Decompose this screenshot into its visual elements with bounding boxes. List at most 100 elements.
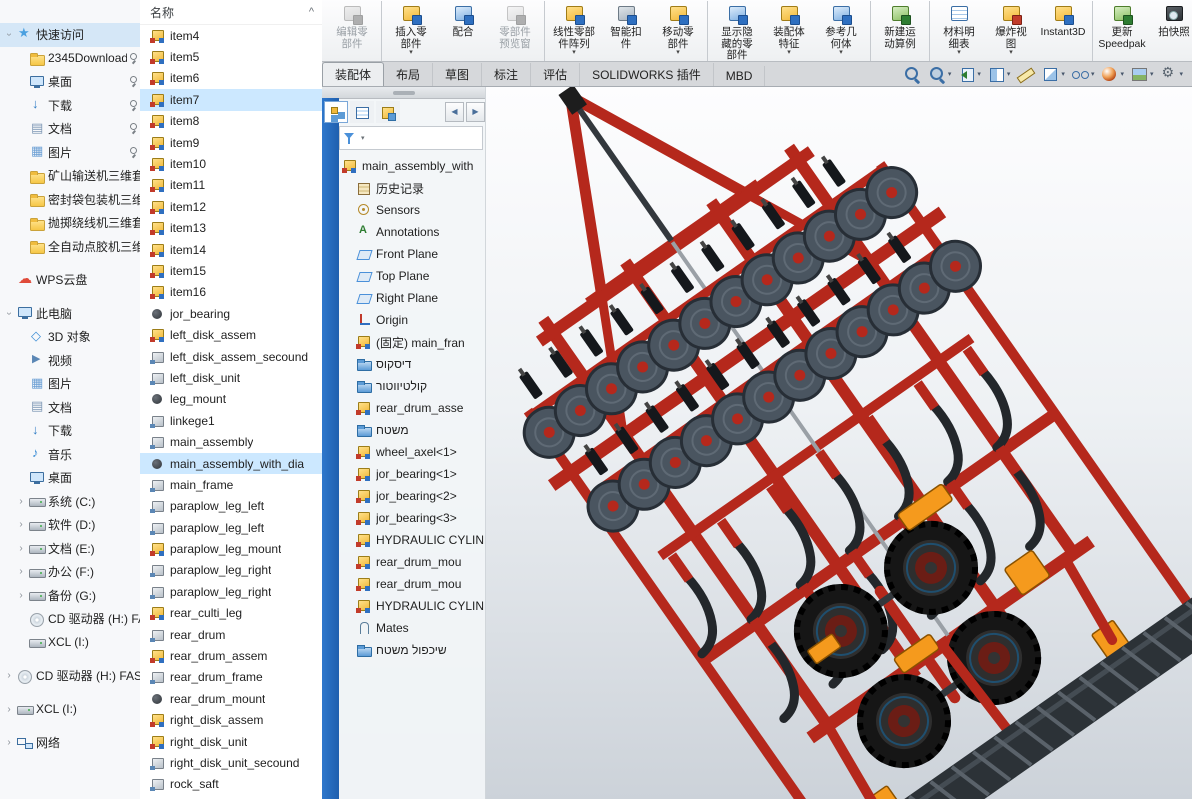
toolbar-button[interactable]: 配合 ▾ — [437, 1, 489, 61]
file-row[interactable]: right_disk_unit_secound — [140, 752, 322, 773]
file-row[interactable]: rear_drum — [140, 624, 322, 645]
headsup-button[interactable]: ▾ — [1013, 65, 1038, 84]
expand-chevron-icon[interactable]: › — [4, 737, 14, 748]
file-row[interactable]: item6 — [140, 68, 322, 89]
expand-chevron-icon[interactable]: › — [4, 670, 14, 681]
file-row[interactable]: right_disk_unit — [140, 731, 322, 752]
feature-tree-item[interactable]: ▸ 历史记录 — [339, 177, 485, 199]
expand-chevron-icon[interactable]: › — [4, 308, 15, 318]
feature-tree-item[interactable]: ▸ rear_drum_asse — [339, 397, 485, 419]
toolbar-button[interactable]: Instant3D ▾ — [1037, 1, 1093, 61]
headsup-button[interactable]: ▾ — [1038, 65, 1068, 84]
file-row[interactable]: item10 — [140, 153, 322, 174]
headsup-button[interactable]: ▾ — [925, 65, 955, 84]
ribbon-tab[interactable]: MBD — [714, 66, 766, 86]
sidebar-item[interactable]: 2345Download — [0, 47, 140, 71]
headsup-button[interactable]: ▾ — [1097, 65, 1127, 84]
feature-tree-item[interactable]: ▸ main_assembly_with — [339, 155, 485, 177]
feature-tree-item[interactable]: ▸ HYDRAULIC CYLIND — [339, 595, 485, 617]
toolbar-button[interactable]: 新建运 动算例 ▾ — [874, 1, 930, 61]
file-row[interactable]: item8 — [140, 111, 322, 132]
file-row[interactable]: item11 — [140, 175, 322, 196]
feature-tree-filter[interactable]: ▾ — [339, 126, 483, 150]
feature-tree-item[interactable]: ▸ Sensors — [339, 199, 485, 221]
sidebar-item[interactable]: › 办公 (F:) — [0, 560, 140, 584]
sidebar-item[interactable]: 下载 — [0, 94, 140, 118]
sidebar-item[interactable]: › 此电脑 — [0, 302, 140, 326]
expand-chevron-icon[interactable]: › — [16, 566, 26, 577]
file-row[interactable]: item16 — [140, 282, 322, 303]
file-row[interactable]: rear_culti_leg — [140, 603, 322, 624]
sidebar-item[interactable]: 矿山输送机三维套图 — [0, 164, 140, 188]
sidebar-item[interactable]: › CD 驱动器 (H:) FAST — [0, 664, 140, 688]
ribbon-tab[interactable]: 草图 — [433, 63, 482, 86]
feature-tree-item[interactable]: ▸ Top Plane — [339, 265, 485, 287]
sidebar-item[interactable]: 图片 — [0, 141, 140, 165]
feature-tree-item[interactable]: ▸ rear_drum_mou — [339, 573, 485, 595]
file-row[interactable]: item4 — [140, 25, 322, 46]
toolbar-button[interactable]: 材料明 细表 ▾ — [933, 1, 985, 61]
sidebar-item[interactable]: 3D 对象 — [0, 325, 140, 349]
file-row[interactable]: paraplow_leg_right — [140, 581, 322, 602]
sidebar-item[interactable]: › XCL (I:) — [0, 698, 140, 722]
sidebar-item[interactable]: › 备份 (G:) — [0, 584, 140, 608]
feature-tree-item[interactable]: ▸ דיסקוס — [339, 353, 485, 375]
headsup-button[interactable]: ▾ — [954, 65, 984, 84]
file-row[interactable]: item14 — [140, 239, 322, 260]
toolbar-button[interactable]: 智能扣 件 ▾ — [600, 1, 652, 61]
file-row[interactable]: main_assembly_with_dia — [140, 453, 322, 474]
ribbon-tab[interactable]: 评估 — [531, 63, 580, 86]
file-row[interactable]: jor_bearing — [140, 303, 322, 324]
expand-chevron-icon[interactable]: › — [16, 519, 26, 530]
sidebar-item[interactable]: 视频 — [0, 349, 140, 373]
ribbon-tab[interactable]: SOLIDWORKS 插件 — [580, 63, 714, 86]
feature-tree-item[interactable]: ▸ Annotations — [339, 221, 485, 243]
toolbar-button[interactable]: 参考几 何体 ▾ — [815, 1, 871, 61]
tab-property-manager[interactable] — [350, 101, 374, 123]
file-row[interactable]: right_disk_assem — [140, 710, 322, 731]
panel-previous-button[interactable]: ◀ — [445, 102, 464, 122]
sidebar-item[interactable]: 桌面 — [0, 466, 140, 490]
file-row[interactable]: item7 — [140, 89, 322, 110]
sidebar-item[interactable]: XCL (I:) — [0, 631, 140, 655]
file-row[interactable]: paraplow_leg_right — [140, 560, 322, 581]
toolbar-button[interactable]: 移动零 部件 ▾ — [652, 1, 708, 61]
toolbar-button[interactable]: 拍快照 ▾ — [1148, 1, 1192, 61]
toolbar-button[interactable]: 编辑零 部件 ▾ — [326, 1, 382, 61]
file-row[interactable]: item15 — [140, 260, 322, 281]
file-row[interactable]: main_frame — [140, 474, 322, 495]
file-row[interactable]: linkege1 — [140, 410, 322, 431]
ribbon-tab[interactable]: 标注 — [482, 63, 531, 86]
file-row[interactable]: rock_saft — [140, 774, 322, 795]
toolbar-button[interactable]: 零部件 预览窗 ▾ — [489, 1, 545, 61]
file-list-header[interactable]: 名称 ^ — [140, 0, 322, 25]
toolbar-button[interactable]: 插入零 部件 ▾ — [385, 1, 437, 61]
file-row[interactable]: soil — [140, 795, 322, 799]
sidebar-item[interactable]: 音乐 — [0, 443, 140, 467]
sidebar-item[interactable]: 全自动点胶机三维 — [0, 235, 140, 259]
ribbon-tab[interactable]: 布局 — [384, 63, 433, 86]
sidebar-item[interactable]: 图片 — [0, 372, 140, 396]
sidebar-item[interactable]: WPS云盘 — [0, 268, 140, 292]
sort-indicator-icon[interactable]: ^ — [309, 6, 314, 18]
panel-splitter-handle[interactable] — [322, 87, 485, 99]
column-header-name[interactable]: 名称 — [150, 4, 174, 21]
feature-tree-item[interactable]: ▸ Right Plane — [339, 287, 485, 309]
toolbar-button[interactable]: 显示隐 藏的零 部件 ▾ — [711, 1, 763, 61]
sidebar-item[interactable]: 桌面 — [0, 70, 140, 94]
file-row[interactable]: left_disk_assem — [140, 324, 322, 345]
expand-chevron-icon[interactable]: › — [4, 30, 15, 40]
file-row[interactable]: item9 — [140, 132, 322, 153]
headsup-button[interactable]: ▾ — [1127, 65, 1157, 84]
feature-tree-item[interactable]: ▸ rear_drum_mou — [339, 551, 485, 573]
ribbon-tab[interactable]: 装配体 — [322, 62, 384, 86]
file-row[interactable]: paraplow_leg_mount — [140, 538, 322, 559]
file-row[interactable]: rear_drum_mount — [140, 688, 322, 709]
file-row[interactable]: item12 — [140, 196, 322, 217]
expand-chevron-icon[interactable]: › — [16, 496, 26, 507]
tab-configuration-manager[interactable] — [376, 101, 400, 123]
sidebar-item[interactable]: › 软件 (D:) — [0, 513, 140, 537]
expand-chevron-icon[interactable]: › — [16, 543, 26, 554]
file-row[interactable]: left_disk_unit — [140, 367, 322, 388]
toolbar-button[interactable]: 爆炸视 图 ▾ — [985, 1, 1037, 61]
